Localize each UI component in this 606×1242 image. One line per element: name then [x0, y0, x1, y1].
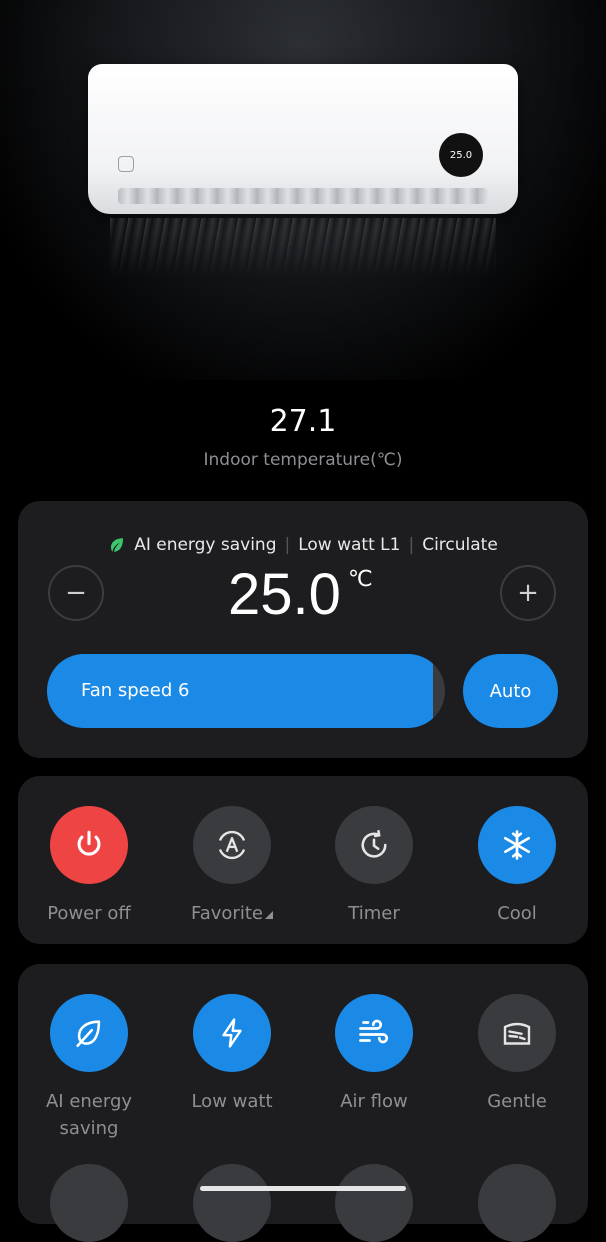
mode-separator: |	[284, 535, 291, 555]
next-row-partial	[18, 1164, 588, 1242]
wind-icon	[359, 1019, 389, 1044]
low-watt-label: Low watt	[191, 1091, 273, 1112]
mode-circulate: Circulate	[422, 535, 498, 555]
ai-energy-label: AI energy saving	[45, 1091, 133, 1139]
increase-temp-button[interactable]: +	[500, 565, 556, 621]
snowflake-icon	[503, 830, 531, 860]
minus-icon: −	[65, 578, 87, 608]
favorite-button[interactable]	[193, 806, 271, 884]
timer-label: Timer	[348, 903, 400, 924]
dropdown-triangle-icon	[264, 911, 273, 919]
air-conditioner-image: 25.0	[88, 64, 518, 214]
power-icon	[77, 830, 101, 856]
unit-display: 25.0	[439, 133, 483, 177]
mode-status-line: AI energy saving | Low watt L1 | Circula…	[18, 535, 588, 555]
power-button[interactable]	[50, 806, 128, 884]
feature-button-partial[interactable]	[335, 1164, 413, 1242]
gentle-breeze-icon	[503, 1022, 531, 1045]
feature-button-partial[interactable]	[193, 1164, 271, 1242]
ai-energy-button[interactable]	[50, 994, 128, 1072]
favorite-a-icon	[218, 830, 246, 860]
cool-label: Cool	[497, 903, 537, 924]
gentle-label: Gentle	[487, 1091, 547, 1112]
lightning-icon	[222, 1018, 242, 1048]
favorite-label-wrap: Favorite	[172, 900, 292, 927]
air-flow-tile[interactable]: Air flow	[314, 994, 434, 1115]
timer-button[interactable]	[335, 806, 413, 884]
feature-button-partial[interactable]	[478, 1164, 556, 1242]
power-label: Power off	[47, 903, 131, 924]
plus-icon: +	[517, 578, 539, 608]
leaf-icon	[108, 536, 126, 554]
fan-speed-slider[interactable]: Fan speed 6	[47, 654, 445, 728]
mode-ai-energy: AI energy saving	[134, 535, 277, 555]
ai-energy-tile[interactable]: AI energy saving	[29, 994, 149, 1142]
primary-functions-card: Power off Favorite Timer Cool	[18, 776, 588, 944]
airflow-graphic	[110, 218, 496, 278]
feature-button-partial[interactable]	[50, 1164, 128, 1242]
low-watt-tile[interactable]: Low watt	[172, 994, 292, 1115]
fan-auto-button[interactable]: Auto	[463, 654, 558, 728]
timer-tile[interactable]: Timer	[314, 806, 434, 927]
air-flow-label: Air flow	[340, 1091, 408, 1112]
power-tile[interactable]: Power off	[29, 806, 149, 927]
leaf-icon	[76, 1020, 101, 1048]
ac-louver	[118, 188, 488, 204]
fan-speed-label: Fan speed 6	[81, 680, 190, 701]
cool-tile[interactable]: Cool	[457, 806, 577, 927]
temperature-unit: ℃	[348, 567, 373, 592]
cool-button[interactable]	[478, 806, 556, 884]
feature-functions-card: AI energy saving Low watt Air flow Gentl…	[18, 964, 588, 1242]
home-indicator[interactable]	[200, 1186, 406, 1191]
device-hero: 25.0	[0, 0, 606, 380]
low-watt-button[interactable]	[193, 994, 271, 1072]
decrease-temp-button[interactable]: −	[48, 565, 104, 621]
indoor-temperature-value: 27.1	[269, 404, 337, 439]
gentle-tile[interactable]: Gentle	[457, 994, 577, 1115]
brand-logo	[118, 156, 134, 172]
gentle-button[interactable]	[478, 994, 556, 1072]
control-card: AI energy saving | Low watt L1 | Circula…	[18, 501, 588, 758]
timer-icon	[361, 829, 387, 858]
air-flow-button[interactable]	[335, 994, 413, 1072]
mode-separator: |	[408, 535, 415, 555]
indoor-temperature-label: Indoor temperature(℃)	[203, 450, 403, 470]
favorite-tile[interactable]: Favorite	[172, 806, 292, 927]
favorite-label: Favorite	[191, 903, 263, 924]
mode-low-watt: Low watt L1	[298, 535, 401, 555]
target-temperature: 25.0	[228, 562, 341, 627]
